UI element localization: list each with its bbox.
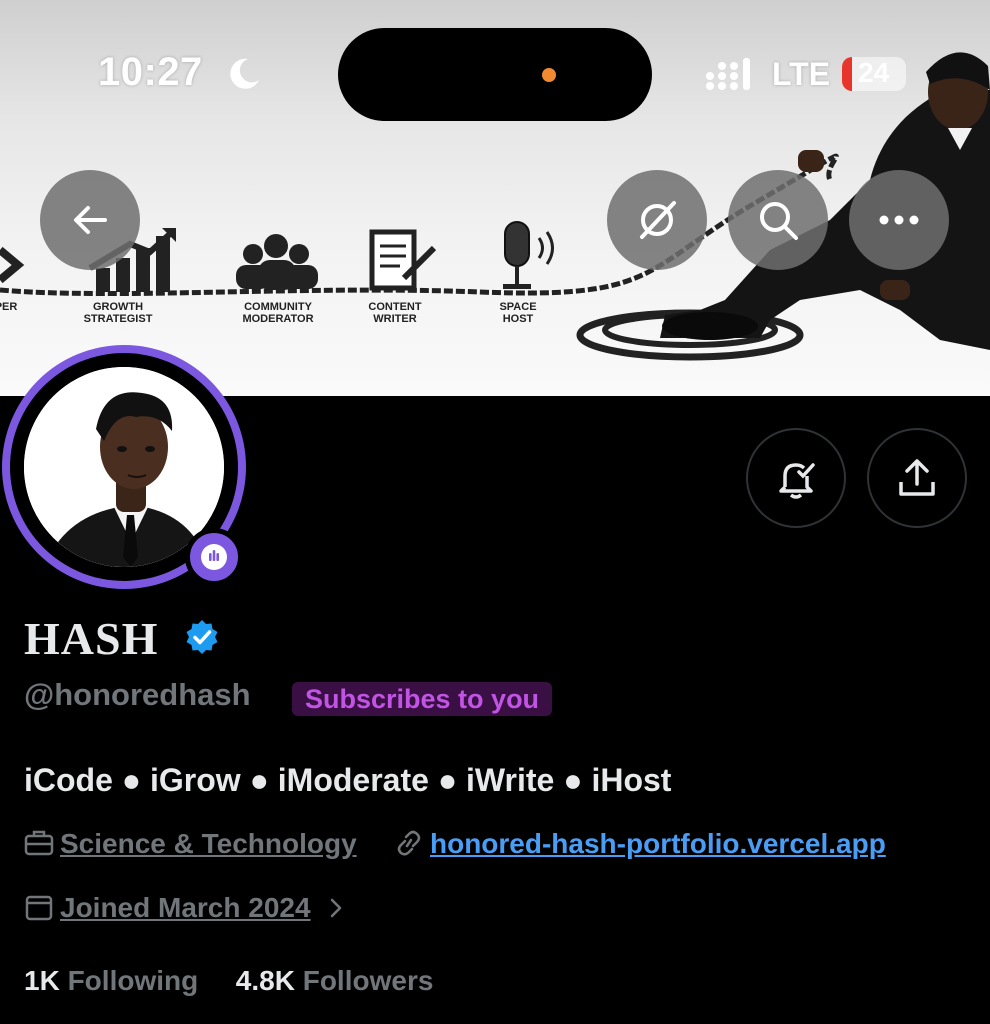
website-link[interactable]: honored-hash-portfolio.vercel.app — [430, 828, 886, 859]
bell-check-icon — [779, 463, 815, 499]
role-sublabel-space: HOST — [503, 313, 534, 325]
subscribes-to-you-badge: Subscribes to you — [292, 682, 553, 716]
notifications-button[interactable] — [746, 428, 846, 528]
profile-bio: iCode ● iGrow ● iModerate ● iWrite ● iHo… — [24, 762, 672, 798]
calendar-icon — [25, 895, 53, 921]
role-label-growth: GROWTH — [93, 301, 143, 313]
spaces-live-badge[interactable] — [185, 528, 243, 586]
following-count: 1K — [24, 965, 60, 996]
role-label-content: CONTENT — [368, 301, 421, 313]
followers-stat[interactable]: 4.8K Followers — [236, 965, 434, 996]
more-icon — [879, 215, 919, 225]
battery-indicator: 24 — [842, 57, 906, 91]
profile-category[interactable]: Science & Technology — [24, 828, 357, 860]
role-sublabel-content: WRITER — [373, 313, 416, 325]
follow-stats: 1K Following 4.8K Followers — [24, 965, 433, 997]
back-arrow-icon — [74, 206, 107, 234]
profile-banner[interactable]: PER GROWTH STRATEGIST COMMUNITY MODERATO… — [0, 0, 990, 396]
role-label-community: COMMUNITY — [244, 301, 312, 313]
following-label: Following — [67, 965, 199, 996]
privacy-indicator — [542, 68, 556, 82]
category-text: Science & Technology — [60, 828, 357, 859]
chevron-right-icon — [331, 898, 342, 918]
document-pen-icon — [369, 229, 437, 291]
community-icon — [236, 234, 318, 290]
role-label-developer: PER — [0, 301, 17, 313]
briefcase-icon — [24, 830, 54, 856]
moon-icon — [230, 58, 259, 89]
dynamic-island — [338, 28, 652, 121]
spaces-mic-icon — [201, 544, 227, 570]
back-button[interactable] — [40, 170, 140, 270]
profile-handle: @honoredhash — [24, 677, 251, 712]
role-sublabel-community: MODERATOR — [242, 313, 313, 325]
grok-icon — [640, 201, 676, 239]
code-icon — [0, 246, 25, 284]
more-button[interactable] — [849, 170, 949, 270]
grok-button[interactable] — [607, 170, 707, 270]
battery-percent: 24 — [858, 57, 890, 88]
link-icon — [397, 830, 421, 856]
search-icon — [760, 202, 798, 240]
status-time: 10:27 — [98, 50, 203, 94]
profile-name: HASH — [24, 613, 159, 664]
role-label-space: SPACE — [499, 301, 536, 313]
profile-joined[interactable]: Joined March 2024 — [24, 892, 346, 924]
profile-website[interactable]: honored-hash-portfolio.vercel.app — [394, 828, 886, 860]
microphone-icon — [503, 221, 554, 289]
followers-count: 4.8K — [235, 965, 295, 996]
role-sublabel-growth: STRATEGIST — [84, 313, 153, 325]
search-button[interactable] — [728, 170, 828, 270]
share-icon — [899, 459, 935, 496]
joined-text: Joined March 2024 — [60, 892, 311, 923]
verified-badge-icon[interactable] — [183, 618, 221, 656]
share-button[interactable] — [867, 428, 967, 528]
network-type: LTE — [772, 56, 831, 92]
signal-icon — [706, 58, 750, 90]
followers-label: Followers — [302, 965, 434, 996]
following-stat[interactable]: 1K Following — [24, 965, 198, 996]
